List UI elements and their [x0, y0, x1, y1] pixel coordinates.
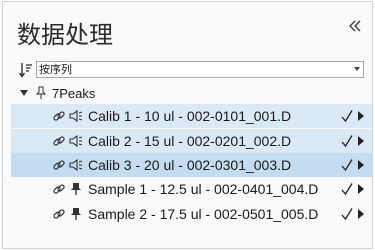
list-item[interactable]: Sample 2 - 17.5 ul - 002-0501_005.D: [11, 202, 372, 226]
double-chevron-left-icon[interactable]: [347, 18, 363, 34]
pin-filled-icon: [71, 183, 81, 195]
list-item[interactable]: Calib 2 - 15 ul - 002-0201_002.D: [11, 129, 372, 153]
link-icon: [53, 160, 65, 170]
sort-order-select[interactable]: 按序列: [36, 61, 364, 78]
checkmark-icon: [341, 183, 353, 196]
list-item[interactable]: Calib 1 - 10 ul - 002-0101_001.D: [11, 104, 372, 128]
list-item-label: Sample 2 - 17.5 ul - 002-0501_005.D: [88, 206, 319, 222]
sort-order-value: 按序列: [39, 63, 72, 76]
list-item-label: Calib 2 - 15 ul - 002-0201_002.D: [88, 133, 292, 149]
list-item-label: Calib 1 - 10 ul - 002-0101_001.D: [88, 108, 292, 124]
panel-header: 数据处理: [3, 2, 372, 50]
group-label: 7Peaks: [52, 86, 96, 101]
link-icon: [53, 136, 65, 146]
checkmark-icon: [341, 135, 353, 148]
play-arrow-icon[interactable]: [358, 209, 364, 219]
play-arrow-icon[interactable]: [358, 111, 364, 121]
list-item[interactable]: Sample 1 - 12.5 ul - 002-0401_004.D: [11, 177, 372, 201]
pin-outline-icon: [35, 86, 47, 99]
pin-filled-icon: [71, 208, 81, 220]
sort-bar: 按序列: [19, 61, 364, 79]
checkmark-icon: [341, 110, 353, 123]
list-item-label: Sample 1 - 12.5 ul - 002-0401_004.D: [88, 181, 319, 197]
speaker-icon: [69, 109, 83, 123]
play-arrow-icon[interactable]: [358, 160, 364, 170]
chevron-down-icon: [354, 67, 360, 71]
speaker-icon: [69, 158, 83, 172]
play-arrow-icon[interactable]: [358, 184, 364, 194]
list-item[interactable]: Calib 3 - 20 ul - 002-0301_003.D: [11, 153, 372, 177]
checkmark-icon: [341, 208, 353, 221]
link-icon: [53, 184, 65, 194]
sort-descending-icon[interactable]: [19, 62, 33, 78]
panel-title: 数据处理: [17, 21, 113, 49]
play-arrow-icon[interactable]: [358, 136, 364, 146]
list-item-label: Calib 3 - 20 ul - 002-0301_003.D: [88, 157, 292, 173]
speaker-icon: [69, 134, 83, 148]
link-icon: [53, 209, 65, 219]
tree-group-7peaks[interactable]: 7Peaks: [19, 85, 364, 103]
checkmark-icon: [341, 159, 353, 172]
data-processing-panel: 数据处理 按序列 7Peaks Calib 1 - 10 ul - 002-01…: [2, 1, 373, 249]
link-icon: [53, 111, 65, 121]
expand-triangle-icon[interactable]: [20, 90, 28, 96]
